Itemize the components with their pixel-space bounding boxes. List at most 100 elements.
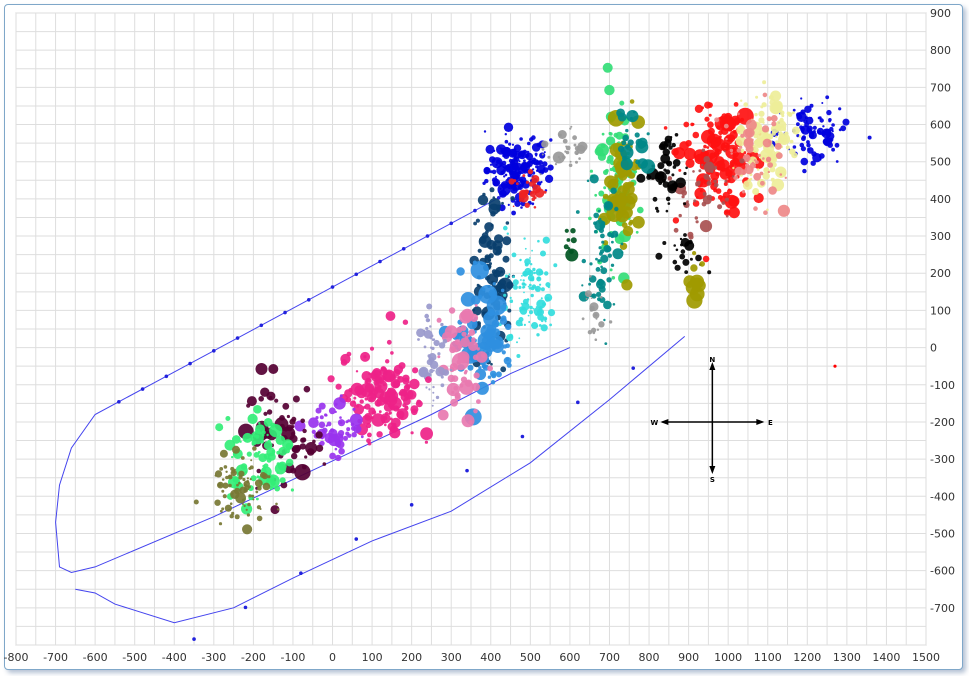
bubble xyxy=(777,134,788,145)
bubble xyxy=(291,416,297,422)
bubble xyxy=(756,168,760,171)
bubble xyxy=(527,285,530,288)
bubble xyxy=(285,458,294,467)
y-tick-label: 400 xyxy=(930,193,951,206)
bubble xyxy=(763,210,768,215)
bubble xyxy=(518,160,521,163)
bubble xyxy=(523,323,527,326)
bubble xyxy=(432,391,435,394)
bubble xyxy=(505,343,511,349)
bubble xyxy=(743,102,748,107)
bubble xyxy=(541,153,544,156)
bubble xyxy=(242,477,246,482)
bubble xyxy=(451,375,459,382)
outlier-point xyxy=(833,364,837,368)
bubble xyxy=(746,147,750,151)
path-marker xyxy=(354,537,359,541)
bubble xyxy=(511,210,516,216)
bubble xyxy=(520,206,523,209)
bubble xyxy=(490,380,496,385)
bubble xyxy=(225,470,228,473)
bubble xyxy=(516,354,521,358)
bubble xyxy=(306,448,315,456)
bubble xyxy=(593,229,598,234)
bubble xyxy=(536,333,540,337)
path-marker xyxy=(520,434,525,439)
bubble xyxy=(762,172,770,180)
bubble xyxy=(382,383,386,387)
bubble xyxy=(674,133,679,137)
bubble xyxy=(618,193,628,203)
bubble xyxy=(503,122,514,132)
bubble xyxy=(822,125,825,128)
bubble xyxy=(290,488,294,492)
bubble xyxy=(483,130,487,133)
bubble xyxy=(475,218,480,223)
path-marker xyxy=(235,336,240,340)
bubble xyxy=(328,407,336,415)
bubble xyxy=(270,480,276,486)
bubble xyxy=(432,385,435,389)
bubble xyxy=(752,188,760,195)
bubble xyxy=(295,444,302,451)
bubble xyxy=(225,475,229,480)
bubble xyxy=(275,502,278,506)
bubble xyxy=(706,194,713,201)
bubble xyxy=(429,368,434,374)
x-tick-label: 1500 xyxy=(912,651,940,664)
bubble xyxy=(529,257,531,259)
bubble xyxy=(402,319,409,325)
bubble xyxy=(816,127,825,135)
bubble xyxy=(329,452,336,460)
bubble xyxy=(714,156,725,167)
bubble xyxy=(723,209,731,216)
bubble xyxy=(479,341,487,350)
bubble xyxy=(508,333,514,339)
bubble xyxy=(420,427,433,441)
bubble xyxy=(489,187,495,193)
x-tick-label: 1100 xyxy=(754,651,782,664)
bubble xyxy=(770,177,775,182)
bubble xyxy=(531,324,533,327)
bubble xyxy=(596,328,600,331)
bubble xyxy=(193,499,199,505)
bubble xyxy=(758,110,765,117)
bubble xyxy=(428,357,435,363)
bubble xyxy=(410,431,414,435)
bubble xyxy=(614,206,619,212)
bubble xyxy=(665,160,671,166)
bubble xyxy=(231,492,234,495)
bubble xyxy=(800,126,805,132)
bubble xyxy=(768,186,777,195)
bubble xyxy=(251,494,255,498)
bubble xyxy=(791,111,795,115)
bubble xyxy=(431,404,434,407)
bubble xyxy=(547,164,554,171)
bubble xyxy=(494,243,497,246)
bubble xyxy=(629,219,634,224)
bubble xyxy=(523,159,526,163)
bubble xyxy=(352,407,356,411)
bubble xyxy=(512,162,519,169)
bubble xyxy=(378,410,382,414)
bubble xyxy=(477,194,489,206)
bubble xyxy=(612,303,616,306)
bubble xyxy=(576,152,579,155)
bubble xyxy=(540,297,543,300)
compass-label-n: N xyxy=(709,356,715,364)
bubble xyxy=(525,180,530,184)
bubble xyxy=(800,157,809,166)
bubble xyxy=(802,168,807,174)
path-marker xyxy=(164,374,169,379)
bubble xyxy=(584,290,592,298)
bubble xyxy=(512,279,519,286)
bubble xyxy=(527,314,530,317)
bubble xyxy=(798,135,802,138)
bubble xyxy=(694,216,698,220)
x-tick-label: 1200 xyxy=(793,651,821,664)
bubble xyxy=(521,199,523,201)
path-marker xyxy=(354,272,359,277)
y-tick-label: -100 xyxy=(930,379,955,392)
bubble xyxy=(600,265,603,269)
bubble xyxy=(710,145,714,149)
